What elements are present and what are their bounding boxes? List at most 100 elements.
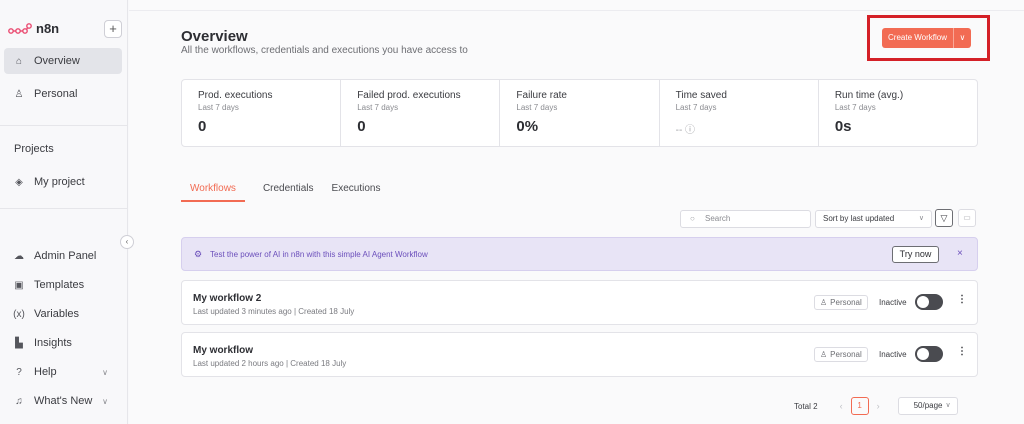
stat-prod-executions[interactable]: Prod. executions Last 7 days 0: [182, 80, 342, 146]
stat-label: Failure rate: [516, 90, 567, 101]
sidebar-item-label: What's New: [34, 395, 93, 407]
collapse-sidebar-button[interactable]: ‹: [120, 235, 134, 249]
close-icon[interactable]: ×: [957, 248, 963, 259]
more-options-icon[interactable]: ⋮: [957, 294, 967, 305]
help-icon: ?: [16, 366, 22, 378]
folder-icon: ▭: [963, 213, 971, 222]
active-toggle[interactable]: [915, 346, 943, 362]
sidebar-item-help[interactable]: ? Help ∨: [4, 359, 122, 385]
toggle-knob: [917, 296, 929, 308]
main-content: Overview All the workflows, credentials …: [129, 0, 1024, 424]
stat-value: 0: [357, 118, 366, 135]
sort-select[interactable]: Sort by last updated ∨: [815, 210, 932, 228]
add-folder-button[interactable]: ▭: [958, 209, 976, 227]
divider: [0, 208, 128, 209]
workflow-name[interactable]: My workflow: [193, 345, 253, 356]
sidebar-item-overview[interactable]: ⌂ Overview: [4, 48, 122, 74]
more-options-icon[interactable]: ⋮: [957, 346, 967, 357]
n8n-logo-icon: [8, 22, 32, 34]
stat-label: Run time (avg.): [834, 90, 904, 101]
stat-failed-executions[interactable]: Failed prod. executions Last 7 days 0: [341, 80, 501, 146]
box-icon: ▣: [14, 279, 24, 291]
search-placeholder: Search: [705, 214, 731, 223]
chevron-down-icon: ∨: [918, 215, 924, 222]
stat-period: Last 7 days: [516, 103, 558, 112]
active-toggle[interactable]: [915, 294, 943, 310]
search-input[interactable]: ○ Search: [680, 210, 811, 228]
stat-value: 0: [198, 118, 207, 135]
stat-period: Last 7 days: [357, 103, 399, 112]
stats-panel: Prod. executions Last 7 days 0 Failed pr…: [181, 79, 978, 147]
filter-button[interactable]: ▽: [935, 209, 953, 227]
layers-icon: ◈: [15, 176, 23, 188]
page-size-value: 50/page: [913, 401, 943, 410]
search-icon: ○: [690, 214, 695, 223]
chevron-down-icon[interactable]: ∨: [952, 28, 971, 48]
try-now-button[interactable]: Try now: [892, 246, 939, 263]
stat-value: 0%: [516, 118, 539, 135]
workflow-name[interactable]: My workflow 2: [193, 293, 261, 304]
stat-time-saved[interactable]: Time saved Last 7 days -- ⓘ: [660, 80, 819, 146]
project-label: Personal: [830, 298, 862, 307]
chart-icon: ▙: [15, 337, 23, 349]
project-label: Personal: [830, 350, 862, 359]
tabs: Workflows Credentials Executions: [181, 183, 380, 202]
sidebar-item-personal[interactable]: ♙ Personal: [4, 81, 122, 107]
sidebar-item-admin-panel[interactable]: ☁ Admin Panel: [4, 243, 122, 269]
tab-executions[interactable]: Executions: [332, 183, 381, 202]
highlight-box: Create Workflow ∨: [867, 15, 990, 61]
sidebar-item-label: Help: [34, 366, 57, 378]
stat-label: Time saved: [675, 90, 727, 101]
chevron-left-icon[interactable]: ‹: [840, 401, 843, 411]
sidebar-item-label: Templates: [34, 279, 85, 291]
divider: [129, 10, 1024, 11]
create-workflow-button[interactable]: Create Workflow: [882, 28, 953, 48]
stat-period: Last 7 days: [834, 103, 876, 112]
stat-period: Last 7 days: [198, 103, 239, 112]
sidebar-item-label: My project: [34, 176, 85, 188]
add-button[interactable]: +: [104, 20, 122, 38]
chevron-right-icon[interactable]: ›: [877, 401, 880, 411]
robot-icon: ⚙: [194, 249, 203, 259]
project-badge: ♙ Personal: [814, 347, 868, 362]
tab-credentials[interactable]: Credentials: [263, 183, 314, 202]
n8n-logo[interactable]: n8n: [8, 21, 59, 36]
workflow-meta: Last updated 3 minutes ago | Created 18 …: [193, 307, 355, 316]
pagination: Total 2 ‹ 1 › 50/page ∨: [794, 397, 958, 415]
sidebar-item-label: Admin Panel: [34, 250, 97, 262]
stat-failure-rate[interactable]: Failure rate Last 7 days 0%: [500, 80, 660, 146]
chevron-down-icon: ∨: [102, 367, 108, 377]
stat-value: -- ⓘ: [675, 125, 696, 136]
stat-label: Failed prod. executions: [357, 90, 461, 101]
sidebar-item-whats-new[interactable]: ♫ What's New ∨: [4, 388, 122, 414]
page-title: Overview: [181, 28, 248, 45]
bell-icon: ♫: [15, 395, 23, 407]
user-icon: ♙: [820, 298, 828, 307]
workflow-card[interactable]: My workflow Last updated 2 hours ago | C…: [181, 332, 978, 377]
logo-text: n8n: [36, 21, 60, 36]
home-icon: ⌂: [15, 55, 23, 67]
sidebar-item-variables[interactable]: (x) Variables: [4, 301, 122, 327]
cloud-icon: ☁: [14, 250, 24, 262]
ai-banner: ⚙ Test the power of AI in n8n with this …: [181, 237, 978, 271]
sidebar-item-insights[interactable]: ▙ Insights: [4, 330, 122, 356]
sidebar-item-label: Variables: [34, 308, 80, 320]
create-workflow-button-group: Create Workflow ∨: [882, 28, 971, 48]
divider: [0, 125, 128, 126]
page-size-select[interactable]: 50/page ∨: [897, 397, 958, 415]
sidebar-item-templates[interactable]: ▣ Templates: [4, 272, 122, 298]
toggle-knob: [917, 348, 929, 360]
stat-run-time[interactable]: Run time (avg.) Last 7 days 0s: [819, 80, 977, 146]
user-icon: ♙: [14, 88, 24, 100]
projects-title: Projects: [14, 143, 54, 155]
page-number[interactable]: 1: [850, 397, 869, 415]
page-subtitle: All the workflows, credentials and execu…: [181, 45, 468, 56]
stat-value: 0s: [834, 118, 852, 135]
stat-label: Prod. executions: [198, 90, 273, 101]
sidebar-item-my-project[interactable]: ◈ My project: [4, 169, 122, 195]
banner-text: Test the power of AI in n8n with this si…: [210, 250, 428, 259]
workflow-card[interactable]: My workflow 2 Last updated 3 minutes ago…: [181, 280, 978, 325]
stat-period: Last 7 days: [675, 103, 717, 112]
tab-workflows[interactable]: Workflows: [181, 183, 245, 202]
user-icon: ♙: [820, 350, 828, 359]
